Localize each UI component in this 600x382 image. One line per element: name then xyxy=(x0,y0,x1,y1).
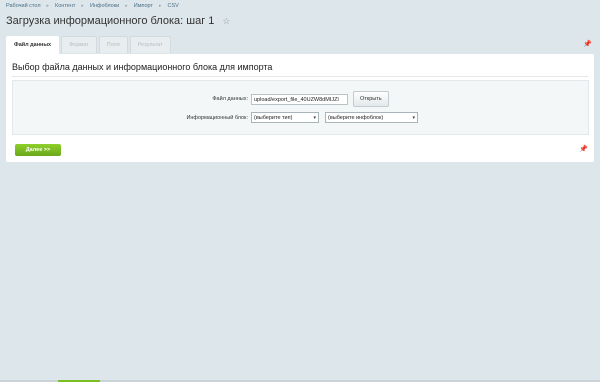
iblock-select[interactable]: (выберите инфоблок) ▾ xyxy=(325,112,418,123)
star-icon[interactable]: ☆ xyxy=(222,16,230,27)
page-title: Загрузка информационного блока: шаг 1 xyxy=(6,15,215,27)
chevron-right-icon: ▸ xyxy=(81,3,84,9)
iblock-row: Информационный блок: (выберите тип) ▾ (в… xyxy=(163,112,418,123)
breadcrumb-item[interactable]: Импорт xyxy=(134,3,153,9)
open-button[interactable]: Открыть xyxy=(353,91,389,107)
tab-result[interactable]: Результат xyxy=(129,36,171,53)
pin-icon[interactable]: 📌 xyxy=(583,40,592,48)
breadcrumb: Рабочий стол ▸ Контент ▸ Инфоблоки ▸ Имп… xyxy=(6,3,179,9)
pin-icon[interactable]: 📌 xyxy=(579,145,588,153)
tab-bar: Файл данных Формат Поля Результат xyxy=(6,36,171,54)
main-panel: Выбор файла данных и информационного бло… xyxy=(6,54,594,162)
chevron-right-icon: ▸ xyxy=(158,3,162,9)
chevron-down-icon: ▾ xyxy=(313,115,316,121)
iblock-label: Информационный блок: xyxy=(186,114,248,121)
tab-data-file[interactable]: Файл данных xyxy=(6,36,60,54)
tab-format[interactable]: Формат xyxy=(61,36,97,53)
panel-title: Выбор файла данных и информационного бло… xyxy=(12,62,273,72)
next-button[interactable]: Далее >> xyxy=(15,144,61,156)
iblock-type-select[interactable]: (выберите тип) ▾ xyxy=(251,112,319,123)
divider xyxy=(12,76,588,77)
file-label: Файл данных: xyxy=(212,96,248,102)
chevron-right-icon: ▸ xyxy=(46,3,50,9)
page-title-container: Загрузка информационного блока: шаг 1 ☆ xyxy=(6,15,230,27)
breadcrumb-item[interactable]: Контент xyxy=(55,3,75,9)
form-box: Файл данных: upload/export_file_40UZW8dM… xyxy=(12,80,589,135)
chevron-right-icon: ▸ xyxy=(125,3,128,9)
breadcrumb-item[interactable]: Рабочий стол xyxy=(6,3,41,9)
tab-fields[interactable]: Поля xyxy=(98,36,128,53)
breadcrumb-item[interactable]: CSV xyxy=(168,3,179,9)
iblock-type-select-value: (выберите тип) xyxy=(254,115,293,121)
chevron-down-icon: ▾ xyxy=(412,115,415,121)
file-path-input[interactable]: upload/export_file_40UZW8dMIJZl xyxy=(251,93,348,105)
breadcrumb-item[interactable]: Инфоблоки xyxy=(90,3,119,9)
iblock-select-value: (выберите инфоблок) xyxy=(328,115,384,121)
file-row: Файл данных: upload/export_file_40UZW8dM… xyxy=(193,91,389,107)
